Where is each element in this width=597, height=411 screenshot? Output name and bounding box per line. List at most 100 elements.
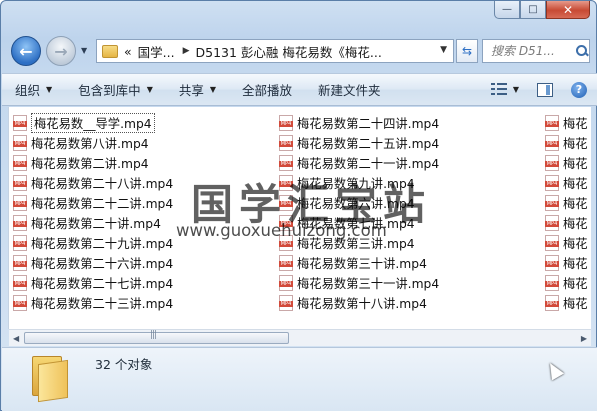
file-item[interactable]: 梅花 xyxy=(545,253,588,273)
view-list-icon xyxy=(490,82,507,97)
back-button[interactable]: ← xyxy=(11,36,41,66)
file-item[interactable]: 梅花 xyxy=(545,173,588,193)
minimize-button[interactable]: — xyxy=(494,1,520,19)
search-box[interactable] xyxy=(482,39,590,63)
chevron-right-icon[interactable]: ▶ xyxy=(183,46,190,56)
breadcrumb-overflow[interactable]: « xyxy=(124,44,132,59)
mouse-cursor-icon xyxy=(543,359,565,381)
search-input[interactable] xyxy=(491,44,575,58)
file-item[interactable]: 梅花 xyxy=(545,273,588,293)
file-name: 梅花 xyxy=(563,177,588,191)
chevron-down-icon: ▼ xyxy=(146,85,153,94)
file-item[interactable]: 梅花易数第二讲.mp4 xyxy=(13,153,173,173)
refresh-button[interactable]: ⇆ xyxy=(456,39,478,63)
new-folder-label: 新建文件夹 xyxy=(318,83,381,98)
chevron-down-icon: ▼ xyxy=(209,85,217,94)
maximize-button[interactable]: □ xyxy=(520,1,546,19)
mp4-file-icon xyxy=(545,135,559,151)
file-item[interactable]: 梅花易数第二十二讲.mp4 xyxy=(13,193,173,213)
mp4-file-icon xyxy=(279,155,293,171)
file-item[interactable]: 梅花易数第十八讲.mp4 xyxy=(279,293,439,313)
include-library-menu[interactable]: 包含到库中 ▼ xyxy=(65,78,166,102)
file-name: 梅花易数第十八讲.mp4 xyxy=(297,297,427,311)
file-item[interactable]: 梅花易数第三十一讲.mp4 xyxy=(279,273,439,293)
scroll-left-icon[interactable]: ◀ xyxy=(13,334,19,343)
file-item[interactable]: 梅花 xyxy=(545,113,588,133)
item-count: 32 个对象 xyxy=(95,357,153,372)
file-item[interactable]: 梅花 xyxy=(545,153,588,173)
horizontal-scrollbar[interactable]: ◀ ▶ xyxy=(9,329,591,346)
address-dropdown-icon[interactable]: ▼ xyxy=(440,45,447,55)
address-bar[interactable]: « 国学... ▶ D5131 彭心融 梅花易数《梅花... ▼ xyxy=(96,39,454,63)
mp4-file-icon xyxy=(545,175,559,191)
help-icon[interactable]: ? xyxy=(571,81,587,98)
file-column-1: 梅花易数__导学.mp4 梅花易数第八讲.mp4 梅花易数第二讲.mp4 梅花易数第二… xyxy=(13,113,173,313)
file-item[interactable]: 梅花 xyxy=(545,133,588,153)
share-label: 共享 xyxy=(178,83,204,98)
close-button[interactable]: ✕ xyxy=(546,1,590,19)
file-name: 梅花 xyxy=(563,197,588,211)
file-item[interactable]: 梅花易数第二十九讲.mp4 xyxy=(13,233,173,253)
file-item[interactable]: 梅花 xyxy=(545,213,588,233)
scrollbar-thumb[interactable] xyxy=(24,330,289,344)
scroll-right-icon[interactable]: ▶ xyxy=(581,334,587,343)
mp4-file-icon xyxy=(13,235,27,251)
watermark-url: www.guoxuehuizong.com xyxy=(176,221,387,240)
breadcrumb-current[interactable]: D5131 彭心融 梅花易数《梅花... xyxy=(196,42,382,61)
file-item[interactable]: 梅花易数第二十三讲.mp4 xyxy=(13,293,173,313)
file-name: 梅花 xyxy=(563,217,588,231)
organize-menu[interactable]: 组织 ▼ xyxy=(2,78,65,102)
chevron-down-icon: ▼ xyxy=(46,85,53,94)
forward-button[interactable]: → xyxy=(46,36,76,66)
forward-arrow-icon: → xyxy=(54,41,68,61)
new-folder-button[interactable]: 新建文件夹 xyxy=(305,78,394,102)
include-library-label: 包含到库中 xyxy=(78,83,141,98)
search-icon[interactable] xyxy=(575,44,589,58)
file-item[interactable]: 梅花易数__导学.mp4 xyxy=(13,113,173,133)
folder-icon xyxy=(102,44,118,58)
file-item[interactable]: 梅花易数第三十讲.mp4 xyxy=(279,253,439,273)
file-name: 梅花易数第二十七讲.mp4 xyxy=(31,277,174,291)
folder-large-icon xyxy=(30,356,70,403)
mp4-file-icon xyxy=(279,295,293,311)
file-item[interactable]: 梅花易数第二十讲.mp4 xyxy=(13,213,173,233)
mp4-file-icon xyxy=(13,275,27,291)
mp4-file-icon xyxy=(13,295,27,311)
file-name: 梅花 xyxy=(563,117,588,131)
file-item[interactable]: 梅花易数第二十六讲.mp4 xyxy=(13,253,173,273)
recent-pages-dropdown[interactable]: ▼ xyxy=(81,46,91,56)
file-name: 梅花易数第二十四讲.mp4 xyxy=(297,117,440,131)
mp4-file-icon xyxy=(13,155,27,171)
file-name: 梅花易数第二十六讲.mp4 xyxy=(31,257,174,271)
breadcrumb-root[interactable]: 国学... xyxy=(138,42,175,61)
file-name: 梅花 xyxy=(563,277,588,291)
file-name: 梅花易数第二十一讲.mp4 xyxy=(297,157,440,171)
file-item[interactable]: 梅花易数第二十八讲.mp4 xyxy=(13,173,173,193)
mp4-file-icon xyxy=(13,115,27,131)
file-name: 梅花易数第二十三讲.mp4 xyxy=(31,297,174,311)
file-item[interactable]: 梅花易数第二十四讲.mp4 xyxy=(279,113,439,133)
preview-pane-icon[interactable] xyxy=(537,82,553,97)
file-item[interactable]: 梅花易数第二十五讲.mp4 xyxy=(279,133,439,153)
file-name: 梅花 xyxy=(563,157,588,171)
file-item[interactable]: 梅花 xyxy=(545,193,588,213)
file-item[interactable]: 梅花易数第八讲.mp4 xyxy=(13,133,173,153)
file-item[interactable]: 梅花 xyxy=(545,293,588,313)
file-item[interactable]: 梅花易数第二十七讲.mp4 xyxy=(13,273,173,293)
change-view-button[interactable]: ▼ xyxy=(490,82,519,97)
mp4-file-icon xyxy=(545,215,559,231)
file-name: 梅花易数第二十八讲.mp4 xyxy=(31,177,174,191)
mp4-file-icon xyxy=(545,255,559,271)
mp4-file-icon xyxy=(545,275,559,291)
file-name: 梅花易数__导学.mp4 xyxy=(31,113,155,133)
back-arrow-icon: ← xyxy=(19,41,33,61)
mp4-file-icon xyxy=(545,195,559,211)
mp4-file-icon xyxy=(13,215,27,231)
mp4-file-icon xyxy=(545,295,559,311)
file-item[interactable]: 梅花易数第二十一讲.mp4 xyxy=(279,153,439,173)
file-name: 梅花易数第二十讲.mp4 xyxy=(31,217,161,231)
mp4-file-icon xyxy=(13,135,27,151)
file-item[interactable]: 梅花 xyxy=(545,233,588,253)
play-all-button[interactable]: 全部播放 xyxy=(229,78,305,102)
share-menu[interactable]: 共享 ▼ xyxy=(166,78,229,102)
